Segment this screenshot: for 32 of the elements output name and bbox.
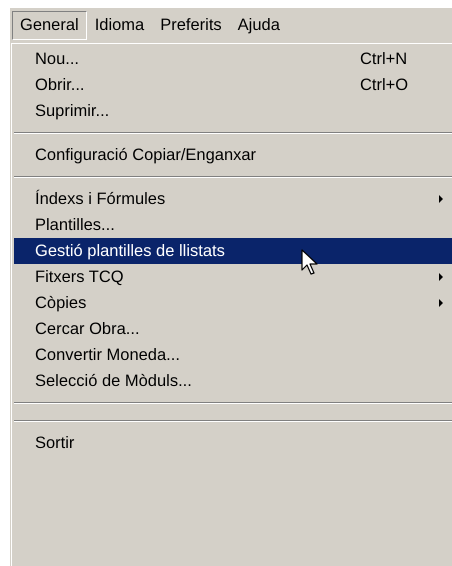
menu-item-label: Índexs i Fórmules bbox=[35, 190, 166, 208]
menu-item[interactable]: Fitxers TCQ bbox=[14, 264, 452, 290]
menu-bar-item[interactable]: Ajuda bbox=[230, 10, 288, 40]
menu-item-label: Cercar Obra... bbox=[35, 320, 141, 338]
menu-item-label: Selecció de Mòduls... bbox=[35, 372, 193, 390]
menu-item-label: Nou... bbox=[35, 50, 80, 68]
menu-item[interactable]: Cercar Obra... bbox=[14, 316, 452, 342]
menu-item[interactable]: Sortir bbox=[14, 430, 452, 456]
shortcut-label: Ctrl+O bbox=[360, 76, 410, 94]
menu-item[interactable]: Convertir Moneda... bbox=[14, 342, 452, 368]
menu-item-label: Sortir bbox=[35, 434, 76, 452]
menu-item[interactable]: Nou... Ctrl+N bbox=[14, 46, 452, 72]
menu-item[interactable]: Configuració Copiar/Enganxar bbox=[14, 142, 452, 168]
menu-bar-item[interactable]: General bbox=[12, 10, 87, 40]
menu-item-label: Suprimir... bbox=[35, 102, 110, 120]
menu-item-label: Fitxers TCQ bbox=[35, 268, 125, 286]
menu-item[interactable]: Obrir... Ctrl+O bbox=[14, 72, 452, 98]
menu-item[interactable]: Suprimir... bbox=[14, 98, 452, 124]
menu-item[interactable]: Gestió plantilles de llistats bbox=[14, 238, 452, 264]
menu-item-label: Convertir Moneda... bbox=[35, 346, 181, 364]
menu-item-label: Plantilles... bbox=[35, 216, 116, 234]
shortcut-label: Ctrl+N bbox=[360, 50, 408, 68]
menu-bar-item[interactable]: Preferits bbox=[152, 10, 230, 40]
menu-item-label: Còpies bbox=[35, 294, 88, 312]
menu-item[interactable]: Còpies bbox=[14, 290, 452, 316]
menu-item[interactable]: Selecció de Mòduls... bbox=[14, 368, 452, 394]
menu-item-label: Gestió plantilles de llistats bbox=[35, 242, 226, 260]
menu-item-label: Obrir... bbox=[35, 76, 86, 94]
menu-item[interactable]: Índexs i Fórmules bbox=[14, 186, 452, 212]
menu-bar-item[interactable]: Idioma bbox=[86, 10, 152, 40]
menu-item[interactable]: Plantilles... bbox=[14, 212, 452, 238]
menu-item-label: Configuració Copiar/Enganxar bbox=[35, 146, 258, 164]
